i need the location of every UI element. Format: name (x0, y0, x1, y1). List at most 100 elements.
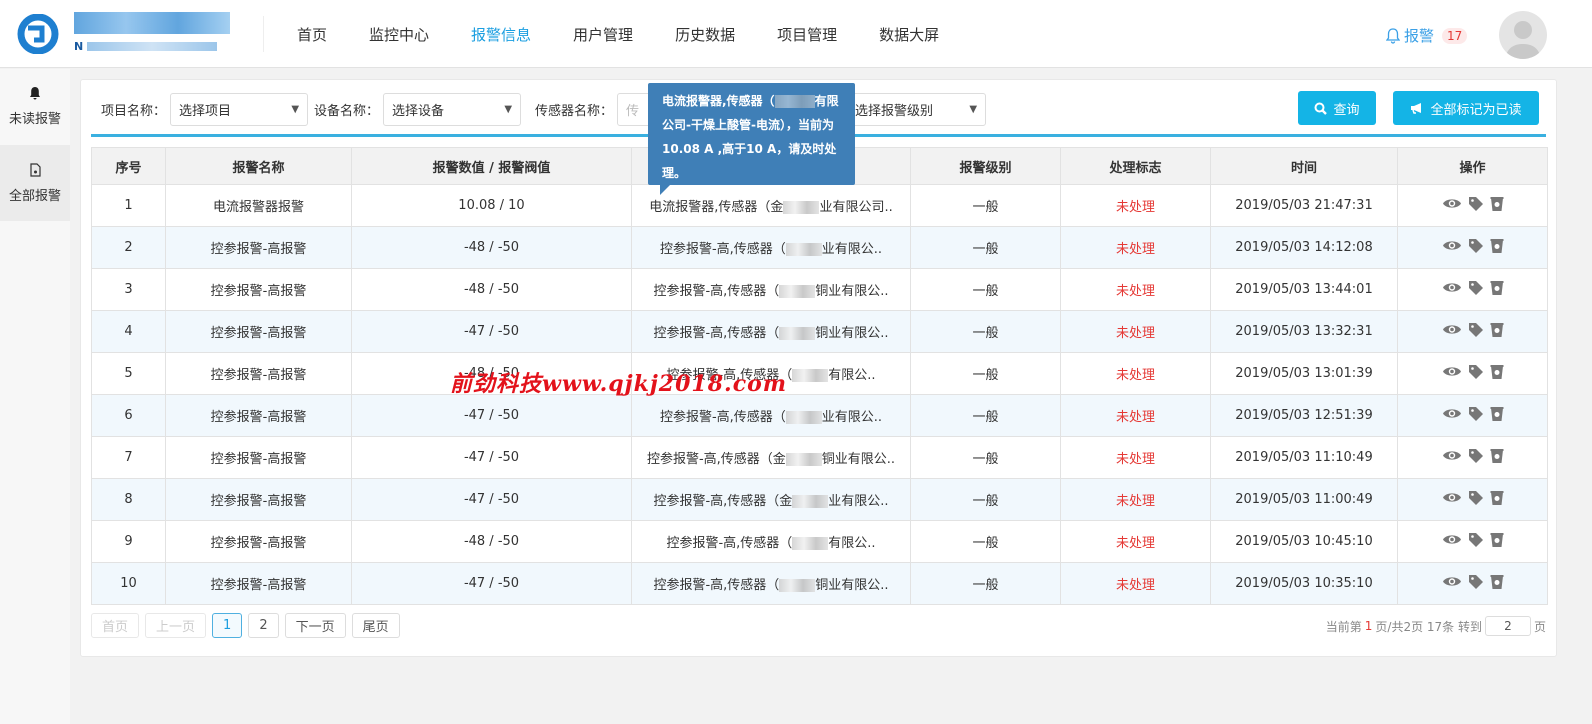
trash-icon[interactable] (1490, 532, 1504, 552)
bell-icon (30, 87, 40, 100)
trash-icon[interactable] (1490, 280, 1504, 300)
trash-icon[interactable] (1490, 448, 1504, 468)
trash-icon[interactable] (1490, 406, 1504, 426)
tag-icon[interactable] (1468, 532, 1484, 552)
table-row[interactable]: 9 控参报警-高报警 -48 / -50 控参报警-高,传感器（ 有限公.. 一般… (91, 520, 1548, 563)
tooltip-text-start: 电流报警器,传感器（ (662, 94, 775, 108)
alarm-content[interactable]: 控参报警-高,传感器（金 业有限公.. (631, 478, 911, 521)
row-actions (1397, 226, 1548, 269)
alarm-value-threshold: -47 / -50 (351, 394, 632, 437)
tag-icon[interactable] (1468, 280, 1484, 300)
alarm-content-end: 铜业有限公.. (815, 284, 889, 299)
sidebar-item-all-alarms[interactable]: 全部报警 (0, 145, 70, 221)
tag-icon[interactable] (1468, 406, 1484, 426)
table-row[interactable]: 10 控参报警-高报警 -47 / -50 控参报警-高,传感器（ 铜业有限公..… (91, 562, 1548, 605)
device-select[interactable]: 选择设备 ▼ (383, 92, 522, 126)
table-row[interactable]: 2 控参报警-高报警 -48 / -50 控参报警-高,传感器（ 业有限公.. 一… (91, 226, 1548, 269)
table-row[interactable]: 8 控参报警-高报警 -47 / -50 控参报警-高,传感器（金 业有限公.. … (91, 478, 1548, 521)
alarm-content-end: 有限公.. (828, 536, 876, 551)
page-2-button[interactable]: 2 (248, 613, 279, 638)
page-1-button[interactable]: 1 (212, 613, 243, 638)
alarm-content-start: 控参报警-高,传感器（ (666, 536, 793, 551)
level-select[interactable]: 选择报警级别 ▼ (846, 92, 987, 126)
table-row[interactable]: 4 控参报警-高报警 -47 / -50 控参报警-高,传感器（ 铜业有限公.. … (91, 310, 1548, 353)
table-row[interactable]: 7 控参报警-高报警 -47 / -50 控参报警-高,传感器（金 铜业有限公..… (91, 436, 1548, 479)
row-index: 2 (91, 226, 166, 269)
nav-item[interactable]: 报警信息 (450, 24, 552, 45)
main-nav: 首页 监控中心 报警信息 用户管理 历史数据 项目管理 数据大屏 (276, 0, 960, 68)
mark-all-label: 全部标记为已读 (1430, 102, 1522, 118)
tag-icon[interactable] (1468, 196, 1484, 216)
row-index: 1 (91, 184, 166, 227)
tag-icon[interactable] (1468, 238, 1484, 258)
alarm-time: 2019/05/03 11:10:49 (1210, 436, 1398, 479)
tag-icon[interactable] (1468, 574, 1484, 594)
alarm-content[interactable]: 控参报警-高,传感器（ 铜业有限公.. (631, 562, 911, 605)
alarm-content[interactable]: 电流报警器,传感器（金 业有限公司.. (631, 184, 911, 227)
alarm-content[interactable]: 控参报警-高,传感器（ 铜业有限公.. (631, 268, 911, 311)
view-eye-icon[interactable] (1442, 575, 1462, 592)
tag-icon[interactable] (1468, 448, 1484, 468)
jump-page-input[interactable]: 2 (1484, 616, 1531, 636)
row-index: 5 (91, 352, 166, 395)
view-eye-icon[interactable] (1442, 365, 1462, 382)
trash-icon[interactable] (1490, 196, 1504, 216)
view-eye-icon[interactable] (1442, 323, 1462, 340)
project-select[interactable]: 选择项目 ▼ (170, 92, 309, 126)
trash-icon[interactable] (1490, 238, 1504, 258)
next-page-button[interactable]: 下一页 (284, 613, 346, 638)
alarm-level: 一般 (910, 394, 1061, 437)
alarm-content[interactable]: 控参报警-高,传感器（ 铜业有限公.. (631, 310, 911, 353)
alarm-content[interactable]: 控参报警-高,传感器（金 铜业有限公.. (631, 436, 911, 479)
view-eye-icon[interactable] (1442, 533, 1462, 550)
alarm-content[interactable]: 控参报警-高,传感器（ 有限公.. (631, 520, 911, 563)
trash-icon[interactable] (1490, 574, 1504, 594)
alarm-level: 一般 (910, 310, 1061, 353)
prev-page-button[interactable]: 上一页 (145, 613, 207, 638)
tag-icon[interactable] (1468, 490, 1484, 510)
company-logo-icon (17, 14, 59, 54)
table-row[interactable]: 6 控参报警-高报警 -47 / -50 控参报警-高,传感器（ 业有限公.. 一… (91, 394, 1548, 437)
alarm-time: 2019/05/03 13:44:01 (1210, 268, 1398, 311)
last-page-button[interactable]: 尾页 (351, 613, 400, 638)
sidebar-item-unread-alarms[interactable]: 未读报警 (0, 69, 70, 145)
table-row[interactable]: 5 控参报警-高报警 -48 / -50 控参报警-高,传感器（ 有限公.. 一般… (91, 352, 1548, 395)
view-eye-icon[interactable] (1442, 197, 1462, 214)
view-eye-icon[interactable] (1442, 407, 1462, 424)
tag-icon[interactable] (1468, 364, 1484, 384)
alarm-level: 一般 (910, 352, 1061, 395)
nav-item[interactable]: 项目管理 (756, 24, 858, 45)
handle-status: 未处理 (1060, 352, 1211, 395)
query-button[interactable]: 查询 (1298, 91, 1376, 125)
column-header: 报警数值 / 报警阀值 (351, 147, 632, 185)
first-page-button[interactable]: 首页 (91, 613, 140, 638)
view-eye-icon[interactable] (1442, 239, 1462, 256)
handle-status: 未处理 (1060, 310, 1211, 353)
nav-item[interactable]: 数据大屏 (858, 24, 960, 45)
brand-name: N (74, 12, 230, 56)
mark-all-read-button[interactable]: 全部标记为已读 (1393, 91, 1539, 125)
alarm-time: 2019/05/03 10:45:10 (1210, 520, 1398, 563)
nav-item[interactable]: 监控中心 (348, 24, 450, 45)
table-row[interactable]: 3 控参报警-高报警 -48 / -50 控参报警-高,传感器（ 铜业有限公.. … (91, 268, 1548, 311)
alarm-content-start: 控参报警-高,传感器（ (659, 410, 786, 425)
alarm-label: 报警 (1404, 27, 1435, 45)
view-eye-icon[interactable] (1442, 281, 1462, 298)
view-eye-icon[interactable] (1442, 491, 1462, 508)
alarm-link[interactable]: 报警 17 (1386, 25, 1468, 46)
alarm-content-end: 铜业有限公.. (821, 452, 896, 467)
trash-icon[interactable] (1490, 364, 1504, 384)
trash-icon[interactable] (1490, 322, 1504, 342)
nav-item[interactable]: 首页 (276, 24, 348, 45)
alarm-content[interactable]: 控参报警-高,传感器（ 业有限公.. (631, 394, 911, 437)
tag-icon[interactable] (1468, 322, 1484, 342)
alarm-content[interactable]: 控参报警-高,传感器（ 业有限公.. (631, 226, 911, 269)
user-avatar[interactable] (1499, 11, 1547, 59)
nav-item[interactable]: 历史数据 (654, 24, 756, 45)
alarm-content-end: 铜业有限公.. (815, 578, 889, 593)
trash-icon[interactable] (1490, 490, 1504, 510)
nav-item[interactable]: 用户管理 (552, 24, 654, 45)
alarm-table: 序号 报警名称 报警数值 / 报警阀值 报警级别 处理标志 时间 操作 1 电流报警器报警 … (91, 147, 1548, 605)
table-row[interactable]: 1 电流报警器报警 10.08 / 10 电流报警器,传感器（金 业有限公司.. … (91, 184, 1548, 227)
view-eye-icon[interactable] (1442, 449, 1462, 466)
